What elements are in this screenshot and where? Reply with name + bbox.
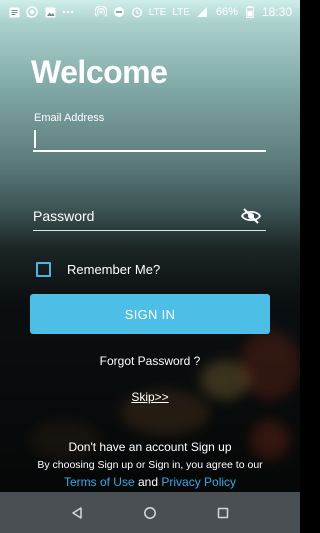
signal-icon bbox=[196, 6, 208, 18]
forgot-password-link[interactable]: Forgot Password ? bbox=[0, 354, 300, 368]
email-field[interactable] bbox=[33, 126, 266, 152]
status-bar: LTE LTE 66% 18:30 bbox=[0, 0, 300, 24]
lte-call-label: LTE bbox=[148, 6, 167, 18]
remember-me-checkbox[interactable] bbox=[36, 262, 51, 277]
page-title: Welcome bbox=[31, 54, 168, 90]
status-right: LTE LTE 66% 18:30 bbox=[94, 5, 292, 19]
lte-signal-label: LTE bbox=[172, 6, 190, 18]
battery-icon bbox=[244, 6, 256, 18]
message-icon bbox=[8, 6, 20, 18]
sign-up-link[interactable]: Don't have an account Sign up bbox=[0, 440, 300, 454]
terms-of-use-link[interactable]: Terms of Use bbox=[64, 475, 135, 489]
policy-links: Terms of Use and Privacy Policy bbox=[0, 475, 300, 489]
text-cursor bbox=[34, 130, 36, 148]
email-label: Email Address bbox=[34, 112, 105, 124]
privacy-policy-link[interactable]: Privacy Policy bbox=[161, 475, 236, 489]
clock-time: 18:30 bbox=[261, 5, 292, 19]
and-text: and bbox=[137, 475, 159, 489]
remember-me-label: Remember Me? bbox=[67, 262, 161, 277]
alarm-icon bbox=[131, 6, 143, 18]
back-icon[interactable] bbox=[67, 503, 87, 523]
consent-text: By choosing Sign up or Sign in, you agre… bbox=[37, 459, 263, 471]
do-not-disturb-icon bbox=[113, 6, 125, 18]
whatsapp-icon bbox=[26, 6, 38, 18]
recents-icon[interactable] bbox=[213, 503, 233, 523]
home-icon[interactable] bbox=[140, 503, 160, 523]
login-screen: LTE LTE 66% 18:30 Welcome Email Address … bbox=[0, 0, 300, 533]
eye-off-icon[interactable] bbox=[240, 206, 262, 226]
hotspot-icon bbox=[94, 6, 107, 18]
password-placeholder: Password bbox=[33, 208, 95, 224]
navigation-bar bbox=[0, 492, 300, 533]
password-field[interactable]: Password bbox=[33, 202, 266, 231]
sign-in-button[interactable]: SIGN IN bbox=[30, 294, 270, 334]
more-dots-icon bbox=[62, 6, 74, 18]
image-icon bbox=[44, 6, 56, 18]
skip-link[interactable]: Skip>> bbox=[0, 390, 300, 404]
remember-me-row[interactable]: Remember Me? bbox=[36, 262, 160, 277]
status-left bbox=[8, 6, 74, 18]
battery-percent: 66% bbox=[215, 6, 238, 18]
